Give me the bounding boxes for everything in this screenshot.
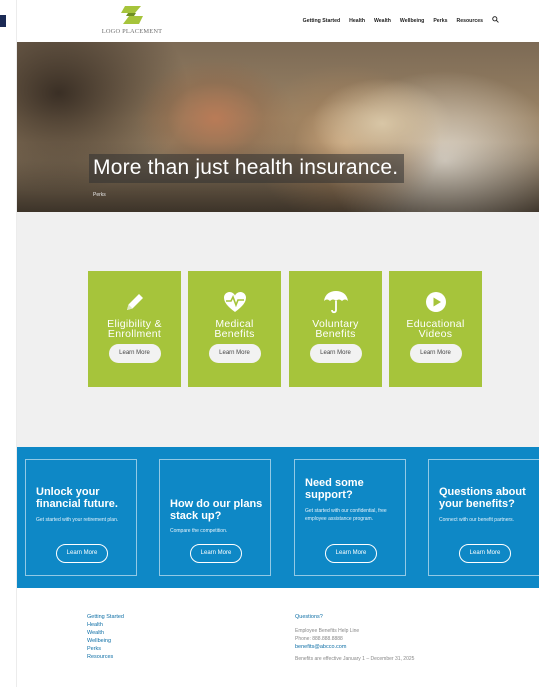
promo-title: Unlock your financial future. xyxy=(36,486,118,510)
learn-more-button[interactable]: Learn More xyxy=(190,544,242,563)
footer-link-wealth[interactable]: Wealth xyxy=(87,629,124,637)
logo-text: LOGO PLACEMENT xyxy=(101,28,163,35)
footer-link-health[interactable]: Health xyxy=(87,621,124,629)
benefit-cards-section: Eligibility & Enrollment Learn More Medic… xyxy=(17,212,539,458)
learn-more-button[interactable]: Learn More xyxy=(309,344,362,363)
play-icon xyxy=(389,289,482,315)
nav-item-perks[interactable]: Perks xyxy=(433,18,447,24)
footer-contact: Questions? Employee Benefits Help Line P… xyxy=(295,613,414,663)
card-title: Voluntary Benefits xyxy=(312,318,359,340)
card-medical-benefits[interactable]: Medical Benefits Learn More xyxy=(188,271,281,387)
questions-heading: Questions? xyxy=(295,614,323,620)
nav-item-wellbeing[interactable]: Wellbeing xyxy=(400,18,424,24)
helpline-text: Employee Benefits Help Line xyxy=(295,628,360,634)
hero-banner: More than just health insurance. Perks xyxy=(17,42,539,212)
phone-text: Phone: 888.888.8888 xyxy=(295,636,343,642)
main-nav: Getting Started Health Wealth Wellbeing … xyxy=(303,16,499,25)
pencil-icon xyxy=(88,289,181,315)
card-educational-videos[interactable]: Educational Videos Learn More xyxy=(389,271,482,387)
learn-more-button[interactable]: Learn More xyxy=(108,344,161,363)
promo-section: Unlock your financial future. Get starte… xyxy=(17,447,539,588)
promo-card-benefit-questions: Questions about your benefits? Connect w… xyxy=(428,459,539,576)
promo-card-plans-compare: How do our plans stack up? Compare the c… xyxy=(159,459,271,576)
card-title: Medical Benefits xyxy=(214,318,255,340)
nav-item-resources[interactable]: Resources xyxy=(456,18,483,24)
side-strip xyxy=(0,0,17,687)
effective-dates-text: Benefits are effective January 1 – Decem… xyxy=(295,656,415,662)
promo-text: Connect with our benefit partners. xyxy=(439,517,515,523)
footer-link-getting-started[interactable]: Getting Started xyxy=(87,613,124,621)
footer-link-resources[interactable]: Resources xyxy=(87,653,124,661)
promo-title: Need some support? xyxy=(305,477,364,501)
learn-more-button[interactable]: Learn More xyxy=(56,544,108,563)
umbrella-icon xyxy=(289,289,382,315)
logo[interactable]: LOGO PLACEMENT xyxy=(97,4,167,38)
side-strip-mark xyxy=(0,15,6,27)
promo-text: Get started with your retirement plan. xyxy=(36,517,119,523)
nav-item-getting-started[interactable]: Getting Started xyxy=(303,18,340,24)
card-title: Eligibility & Enrollment xyxy=(107,318,162,340)
hero-title-box: More than just health insurance. xyxy=(89,154,405,183)
promo-text: Get started with our confidential, free … xyxy=(305,508,387,522)
hero-title: More than just health insurance. xyxy=(93,156,399,179)
promo-title: How do our plans stack up? xyxy=(170,498,263,522)
footer-link-perks[interactable]: Perks xyxy=(87,645,124,653)
promo-title: Questions about your benefits? xyxy=(439,486,526,510)
breadcrumb[interactable]: Perks xyxy=(93,192,106,198)
nav-item-health[interactable]: Health xyxy=(349,18,365,24)
learn-more-button[interactable]: Learn More xyxy=(459,544,511,563)
logo-icon xyxy=(121,6,143,24)
heart-pulse-icon xyxy=(188,289,281,315)
card-voluntary-benefits[interactable]: Voluntary Benefits Learn More xyxy=(289,271,382,387)
learn-more-button[interactable]: Learn More xyxy=(208,344,261,363)
site-header: LOGO PLACEMENT Getting Started Health We… xyxy=(17,0,539,42)
card-title: Educational Videos xyxy=(406,318,465,340)
footer-links: Getting Started Health Wealth Wellbeing … xyxy=(87,613,124,661)
email-link[interactable]: benefits@abcco.com xyxy=(295,643,414,651)
site-footer: Getting Started Health Wealth Wellbeing … xyxy=(17,588,539,687)
nav-item-wealth[interactable]: Wealth xyxy=(374,18,391,24)
card-eligibility-enrollment[interactable]: Eligibility & Enrollment Learn More xyxy=(88,271,181,387)
promo-text: Compare the competition. xyxy=(170,528,228,534)
learn-more-button[interactable]: Learn More xyxy=(325,544,377,563)
promo-card-financial-future: Unlock your financial future. Get starte… xyxy=(25,459,137,576)
search-icon[interactable] xyxy=(492,16,499,25)
promo-card-support: Need some support? Get started with our … xyxy=(294,459,406,576)
footer-link-wellbeing[interactable]: Wellbeing xyxy=(87,637,124,645)
learn-more-button[interactable]: Learn More xyxy=(409,344,462,363)
